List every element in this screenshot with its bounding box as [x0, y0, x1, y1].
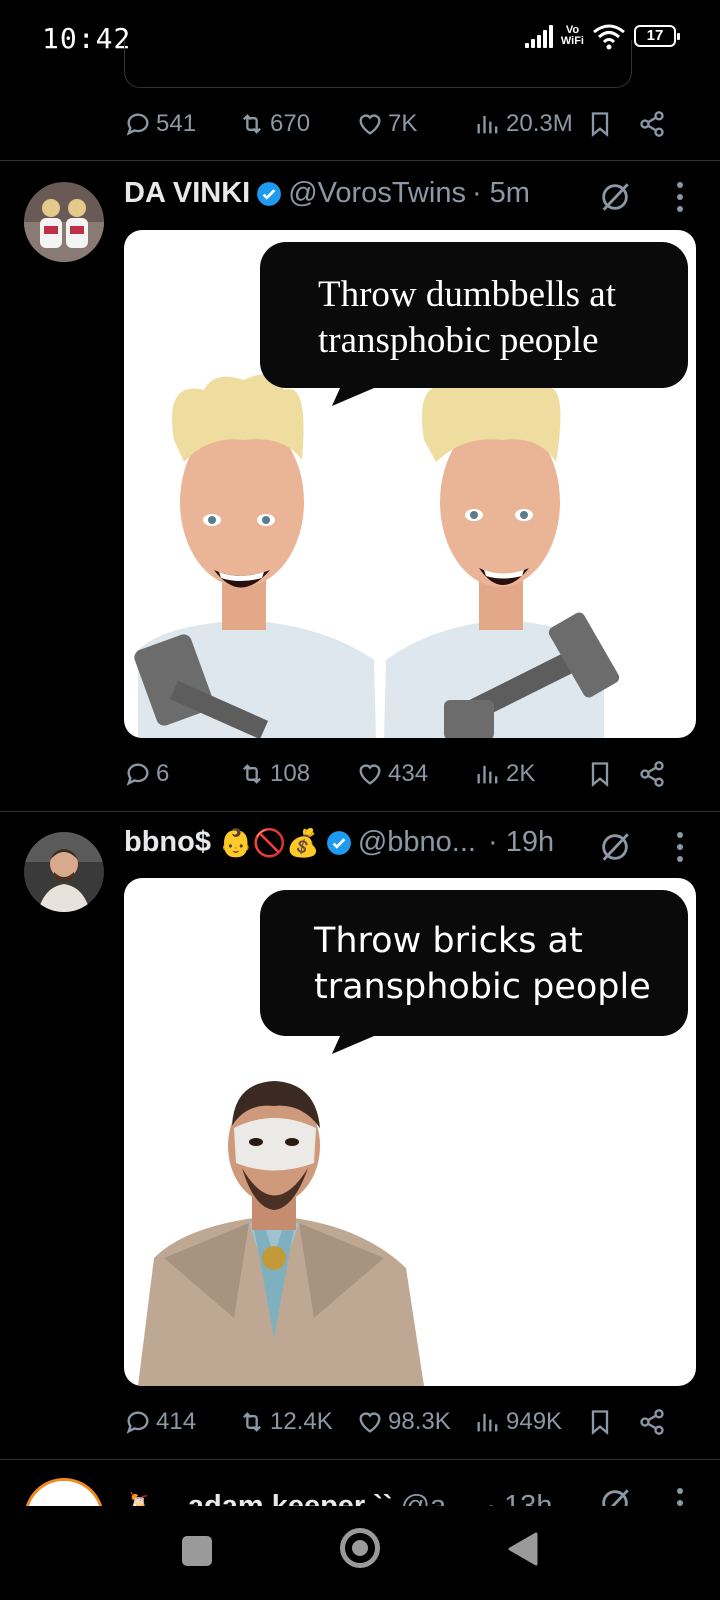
name-emojis: 👶🚫💰	[219, 827, 320, 858]
grok-icon[interactable]	[598, 830, 632, 864]
views-icon	[477, 1413, 498, 1432]
tweet-header: 🍹 adam keeper `` @a... · 13h	[124, 1490, 552, 1506]
share-button[interactable]	[638, 760, 666, 788]
home-button-dot	[352, 1540, 368, 1556]
speech-bubble-tail	[320, 1028, 390, 1054]
verified-badge-icon	[257, 181, 282, 206]
reply-button[interactable]: 541	[124, 110, 196, 138]
display-name[interactable]: adam keeper ``	[188, 1490, 393, 1506]
back-button[interactable]	[506, 1532, 538, 1566]
more-icon[interactable]	[676, 1488, 684, 1506]
bookmark-icon	[591, 112, 609, 137]
avatar[interactable]	[24, 832, 104, 912]
display-name[interactable]: bbno$	[124, 826, 211, 859]
like-button[interactable]: 7K	[356, 110, 417, 138]
views-count: 2K	[506, 760, 536, 787]
views-button[interactable]: 949K	[474, 1408, 562, 1436]
speech-bubble: Throw bricks at transphobic people	[260, 890, 688, 1036]
repost-button[interactable]: 12.4K	[238, 1408, 333, 1436]
reply-count: 541	[156, 110, 197, 137]
recents-button[interactable]	[182, 1536, 212, 1566]
repost-icon	[243, 1412, 261, 1432]
heart-icon	[359, 114, 381, 135]
like-count: 7K	[388, 110, 418, 137]
repost-icon	[243, 114, 261, 134]
repost-button[interactable]: 670	[238, 110, 310, 138]
like-button[interactable]: 434	[356, 760, 428, 788]
heart-icon	[359, 764, 381, 785]
media-caption: Throw bricks at transphobic people	[314, 921, 651, 1007]
avatar[interactable]	[24, 182, 104, 262]
repost-icon	[243, 764, 261, 784]
handle[interactable]: @VorosTwins	[288, 177, 466, 210]
share-button[interactable]	[638, 1408, 666, 1436]
views-button[interactable]: 2K	[474, 760, 535, 788]
bookmark-button[interactable]	[586, 1408, 614, 1436]
views-count: 949K	[506, 1408, 563, 1435]
drink-icon: 🍹	[124, 1492, 154, 1506]
views-icon	[477, 115, 498, 134]
like-button[interactable]: 98.3K	[356, 1408, 451, 1436]
grok-icon[interactable]	[598, 180, 632, 214]
bookmark-button[interactable]	[586, 110, 614, 138]
tweet[interactable]: 🍹 adam keeper `` @a... · 13h	[0, 1460, 720, 1506]
share-icon	[640, 1409, 664, 1435]
system-nav-bar	[0, 1506, 720, 1600]
reply-button[interactable]: 6	[124, 760, 169, 788]
handle[interactable]: @bbno...	[358, 826, 476, 859]
views-button[interactable]: 20.3M	[474, 110, 573, 138]
repost-count: 108	[270, 760, 311, 787]
divider	[0, 811, 720, 812]
share-icon	[640, 761, 664, 787]
previous-tweet-card[interactable]	[124, 40, 632, 88]
views-icon	[477, 765, 498, 784]
handle[interactable]: @a...	[401, 1490, 471, 1506]
bookmark-icon	[591, 1410, 609, 1435]
speech-bubble-tail	[320, 380, 390, 406]
previous-tweet-actions: 541 670 7K 20.3M	[124, 106, 684, 146]
repost-button[interactable]: 108	[238, 760, 310, 788]
more-icon[interactable]	[676, 832, 684, 862]
status-time: 10:42	[42, 22, 132, 55]
timestamp: · 5m	[471, 177, 530, 209]
bookmark-icon	[591, 762, 609, 787]
views-count: 20.3M	[506, 110, 573, 137]
like-count: 434	[388, 760, 429, 787]
grok-icon[interactable]	[598, 1486, 632, 1506]
reply-count: 414	[156, 1408, 197, 1435]
display-name[interactable]: DA VINKI	[124, 177, 250, 210]
speech-bubble: Throw dumbbells at transphobic people	[260, 242, 688, 388]
tweet-media[interactable]: Throw bricks at transphobic people	[124, 878, 696, 1386]
reply-count: 6	[156, 760, 170, 787]
divider	[0, 160, 720, 161]
tweet-actions: 414 12.4K 98.3K 949K	[124, 1404, 684, 1444]
reply-icon	[126, 763, 149, 786]
share-button[interactable]	[638, 110, 666, 138]
tweet-header: DA VINKI @VorosTwins · 5m	[124, 177, 530, 210]
repost-count: 670	[270, 110, 311, 137]
battery-icon: 17	[634, 25, 680, 47]
reply-icon	[126, 113, 149, 136]
more-icon[interactable]	[676, 182, 684, 212]
timestamp: · 19h	[487, 826, 555, 858]
bookmark-button[interactable]	[586, 760, 614, 788]
home-button[interactable]	[340, 1528, 380, 1568]
tweet-header: bbno$ 👶🚫💰 @bbno... · 19h	[124, 826, 554, 859]
like-count: 98.3K	[388, 1408, 451, 1435]
share-icon	[640, 111, 664, 137]
tweet-media[interactable]: Throw dumbbells at transphobic people	[124, 230, 696, 738]
reply-button[interactable]: 414	[124, 1408, 196, 1436]
tweet-actions: 6 108 434 2K	[124, 756, 684, 796]
media-caption: Throw dumbbells at transphobic people	[318, 274, 617, 361]
avatar[interactable]	[24, 1478, 104, 1506]
reply-icon	[126, 1411, 149, 1434]
heart-icon	[359, 1412, 381, 1433]
repost-count: 12.4K	[270, 1408, 333, 1435]
verified-badge-icon	[326, 830, 351, 855]
timestamp: · 13h	[486, 1490, 553, 1506]
